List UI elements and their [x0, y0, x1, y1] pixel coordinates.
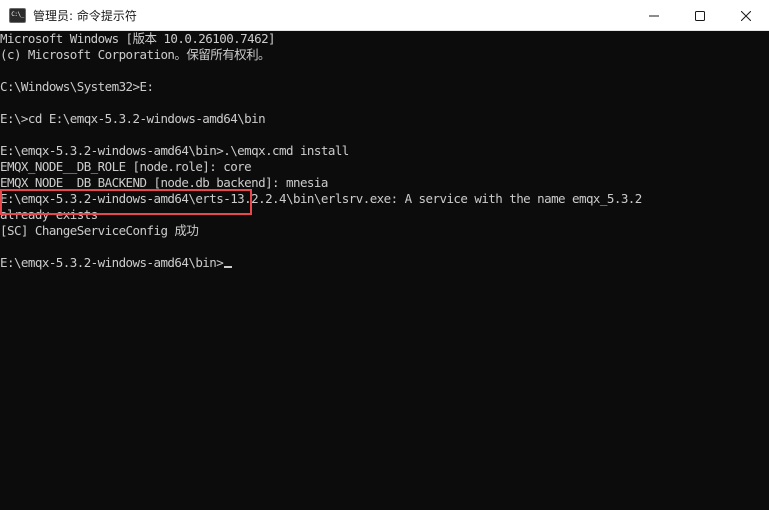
window-controls	[631, 0, 769, 31]
console-line: EMQX_NODE__DB_ROLE [node.role]: core	[0, 159, 252, 174]
console-line: EMQX_NODE__DB_BACKEND [node.db_backend]:…	[0, 175, 328, 190]
console-prompt-line[interactable]: E:\emqx-5.3.2-windows-amd64\bin>	[0, 255, 750, 271]
maximize-button[interactable]	[677, 0, 723, 31]
command-prompt-window: C:\_ 管理员: 命令提示符 Microsoft Windows [版本 10…	[0, 0, 769, 510]
vertical-scrollbar[interactable]	[750, 31, 769, 510]
title-bar[interactable]: C:\_ 管理员: 命令提示符	[0, 0, 769, 31]
close-icon	[741, 10, 751, 21]
console-line: E:\emqx-5.3.2-windows-amd64\erts-13.2.2.…	[0, 191, 642, 206]
minimize-button[interactable]	[631, 0, 677, 31]
close-button[interactable]	[723, 0, 769, 31]
console-line: E:\emqx-5.3.2-windows-amd64\bin>.\emqx.c…	[0, 143, 349, 158]
text-cursor	[224, 266, 233, 268]
console-line: (c) Microsoft Corporation。保留所有权利。	[0, 47, 271, 62]
window-title: 管理员: 命令提示符	[33, 8, 137, 23]
minimize-icon	[649, 15, 659, 16]
maximize-icon	[695, 10, 705, 21]
console-output[interactable]: Microsoft Windows [版本 10.0.26100.7462] (…	[0, 31, 750, 510]
console-line: C:\Windows\System32>E:	[0, 79, 154, 94]
console-line: Microsoft Windows [版本 10.0.26100.7462]	[0, 31, 276, 46]
cmd-icon-label: C:\_	[11, 11, 24, 18]
console-line: E:\>cd E:\emqx-5.3.2-windows-amd64\bin	[0, 111, 266, 126]
console-line-highlighted: [SC] ChangeServiceConfig 成功	[0, 223, 199, 238]
prompt-text: E:\emqx-5.3.2-windows-amd64\bin>	[0, 255, 224, 270]
cmd-app-icon: C:\_	[9, 7, 26, 23]
console-line: already exists	[0, 207, 98, 222]
